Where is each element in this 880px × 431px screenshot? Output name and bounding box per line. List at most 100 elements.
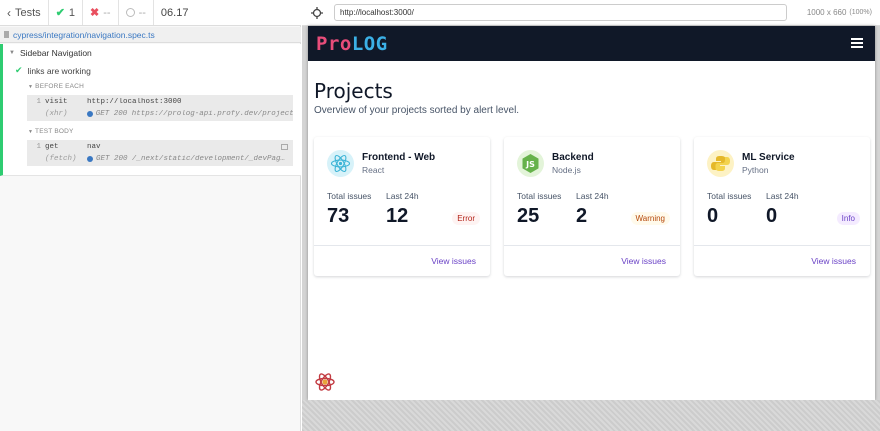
selector-playground-button[interactable] bbox=[302, 6, 332, 19]
command-message: nav bbox=[87, 143, 101, 151]
command-group: 1 get nav (fetch) GET 200 /_next/static/… bbox=[27, 140, 293, 166]
prolog-logo[interactable]: ProLOG bbox=[316, 33, 388, 55]
card-footer: View issues bbox=[504, 245, 680, 276]
caret-down-icon: ▼ bbox=[28, 129, 34, 135]
pending-value: -- bbox=[138, 6, 146, 19]
hamburger-menu-icon[interactable] bbox=[851, 38, 863, 48]
view-issues-link[interactable]: View issues bbox=[811, 256, 856, 266]
total-issues-value: 73 bbox=[327, 205, 350, 227]
total-issues-value: 25 bbox=[517, 205, 540, 227]
command-name: (xhr) bbox=[44, 110, 68, 118]
react-icon bbox=[327, 150, 354, 177]
duration-value: 06.17 bbox=[160, 6, 189, 19]
project-name: Frontend - Web bbox=[362, 152, 436, 163]
command-name: visit bbox=[45, 98, 68, 106]
last24-value: 2 bbox=[576, 205, 588, 227]
view-issues-link[interactable]: View issues bbox=[621, 256, 666, 266]
test-title: links are working bbox=[27, 65, 91, 76]
total-issues-label: Total issues bbox=[517, 191, 562, 201]
project-card: ML Service Python Total issues Last 24h … bbox=[694, 137, 870, 276]
hook-label: BEFORE EACH bbox=[35, 83, 84, 90]
viewport-size: 1000 x 660 bbox=[806, 8, 847, 17]
viewport-info[interactable]: 1000 x 660 (100%) bbox=[807, 8, 872, 17]
passed-value: 1 bbox=[68, 6, 76, 19]
react-devtools-bug-icon[interactable] bbox=[314, 371, 336, 393]
command-log-panel: ‹ Tests ✔ 1 ✖ -- -- 06.17 ↕ ↻ cypress/in… bbox=[0, 0, 880, 431]
check-icon: ✔ bbox=[55, 7, 65, 19]
request-status-dot-icon bbox=[86, 111, 93, 117]
command-message: GET 200 /_next/static/development/_devPa… bbox=[87, 155, 287, 163]
spec-runnable: ▼ Sidebar Navigation ✔ links are working… bbox=[0, 44, 301, 176]
back-label: Tests bbox=[15, 6, 41, 19]
last24-label: Last 24h bbox=[576, 191, 609, 201]
suite-title: Sidebar Navigation bbox=[19, 48, 92, 58]
view-issues-link[interactable]: View issues bbox=[431, 256, 476, 266]
python-icon bbox=[707, 150, 734, 177]
hook-label: TEST BODY bbox=[35, 128, 74, 135]
total-issues-value: 0 bbox=[707, 205, 719, 227]
command-row[interactable]: (xhr) GET 200 https://prolog-api.profy.d… bbox=[27, 108, 293, 120]
viewport-zoom: (100%) bbox=[849, 9, 872, 16]
aut-panel: http://localhost:3000/ 1000 x 660 (100%)… bbox=[302, 0, 880, 431]
logo-text-pro: Pro bbox=[316, 33, 352, 55]
project-language: React bbox=[362, 165, 385, 175]
logo-text-log: LOG bbox=[351, 33, 388, 55]
status-badge: Info bbox=[836, 212, 860, 225]
command-row[interactable]: 1 visit http://localhost:3000 bbox=[27, 96, 293, 108]
xhr-message: GET 200 https://prolog-api.profy.dev/pro… bbox=[95, 110, 293, 118]
file-icon bbox=[4, 31, 9, 38]
project-card: Frontend - Web React Total issues Last 2… bbox=[314, 137, 490, 276]
fetch-message: GET 200 /_next/static/development/_devPa… bbox=[96, 155, 287, 163]
project-card: JS Backend Node.js Total issues Last 24h… bbox=[504, 137, 680, 276]
back-to-tests-button[interactable]: ‹ Tests bbox=[0, 0, 49, 25]
command-row[interactable]: (fetch) GET 200 /_next/static/developmen… bbox=[27, 153, 293, 165]
status-badge: Error bbox=[452, 212, 480, 225]
last24-value: 12 bbox=[386, 205, 409, 227]
runner-toolbar: ‹ Tests ✔ 1 ✖ -- -- 06.17 ↕ ↻ bbox=[0, 0, 880, 431]
command-number: 1 bbox=[36, 98, 41, 106]
status-badge: Warning bbox=[630, 212, 670, 225]
spec-file-link[interactable]: cypress/integration/navigation.spec.ts bbox=[13, 30, 155, 40]
top-navigation: ProLOG bbox=[308, 26, 875, 61]
pending-count[interactable]: -- bbox=[119, 0, 154, 25]
project-language: Node.js bbox=[552, 165, 581, 175]
viewport-background bbox=[302, 400, 880, 431]
url-bar: http://localhost:3000/ 1000 x 660 (100%) bbox=[302, 0, 880, 26]
url-input[interactable]: http://localhost:3000/ bbox=[334, 4, 787, 21]
caret-down-icon: ▼ bbox=[9, 50, 15, 56]
card-footer: View issues bbox=[314, 245, 490, 276]
project-language: Python bbox=[742, 165, 769, 175]
passed-count[interactable]: ✔ 1 bbox=[49, 0, 84, 25]
command-name: get bbox=[45, 143, 59, 151]
suite-header[interactable]: ▼ Sidebar Navigation bbox=[9, 48, 92, 58]
hook-test-body[interactable]: ▼ TEST BODY bbox=[28, 128, 74, 135]
failed-count[interactable]: ✖ -- bbox=[83, 0, 119, 25]
command-name: (fetch) bbox=[45, 155, 77, 163]
project-name: Backend bbox=[552, 152, 594, 163]
test-header[interactable]: ✔ links are working bbox=[15, 65, 91, 76]
chevron-left-icon: ‹ bbox=[7, 5, 11, 20]
total-issues-label: Total issues bbox=[707, 191, 752, 201]
circle-notch-icon bbox=[125, 8, 135, 17]
duration: 06.17 bbox=[154, 0, 301, 25]
page-title: Projects bbox=[314, 79, 393, 103]
nodejs-icon: JS bbox=[517, 150, 544, 177]
check-icon: ✔ bbox=[15, 65, 23, 75]
spec-file-bar: cypress/integration/navigation.spec.ts bbox=[0, 27, 301, 43]
copy-icon[interactable] bbox=[281, 144, 288, 150]
request-status-dot-icon bbox=[87, 156, 93, 162]
caret-down-icon: ▼ bbox=[28, 84, 34, 90]
app-frame: ProLOG Projects Overview of your project… bbox=[308, 26, 875, 400]
command-message: GET 200 https://prolog-api.profy.dev/pro… bbox=[86, 110, 293, 118]
project-name: ML Service bbox=[742, 152, 795, 163]
x-icon: ✖ bbox=[90, 7, 100, 19]
last24-value: 0 bbox=[766, 205, 778, 227]
hook-before-each[interactable]: ▼ BEFORE EACH bbox=[28, 83, 84, 90]
card-footer: View issues bbox=[694, 245, 870, 276]
command-message: http://localhost:3000 bbox=[87, 98, 182, 106]
failed-value: -- bbox=[103, 6, 111, 19]
total-issues-label: Total issues bbox=[327, 191, 372, 201]
page-subtitle: Overview of your projects sorted by aler… bbox=[314, 105, 520, 116]
command-row[interactable]: 1 get nav bbox=[27, 141, 293, 153]
last24-label: Last 24h bbox=[766, 191, 799, 201]
